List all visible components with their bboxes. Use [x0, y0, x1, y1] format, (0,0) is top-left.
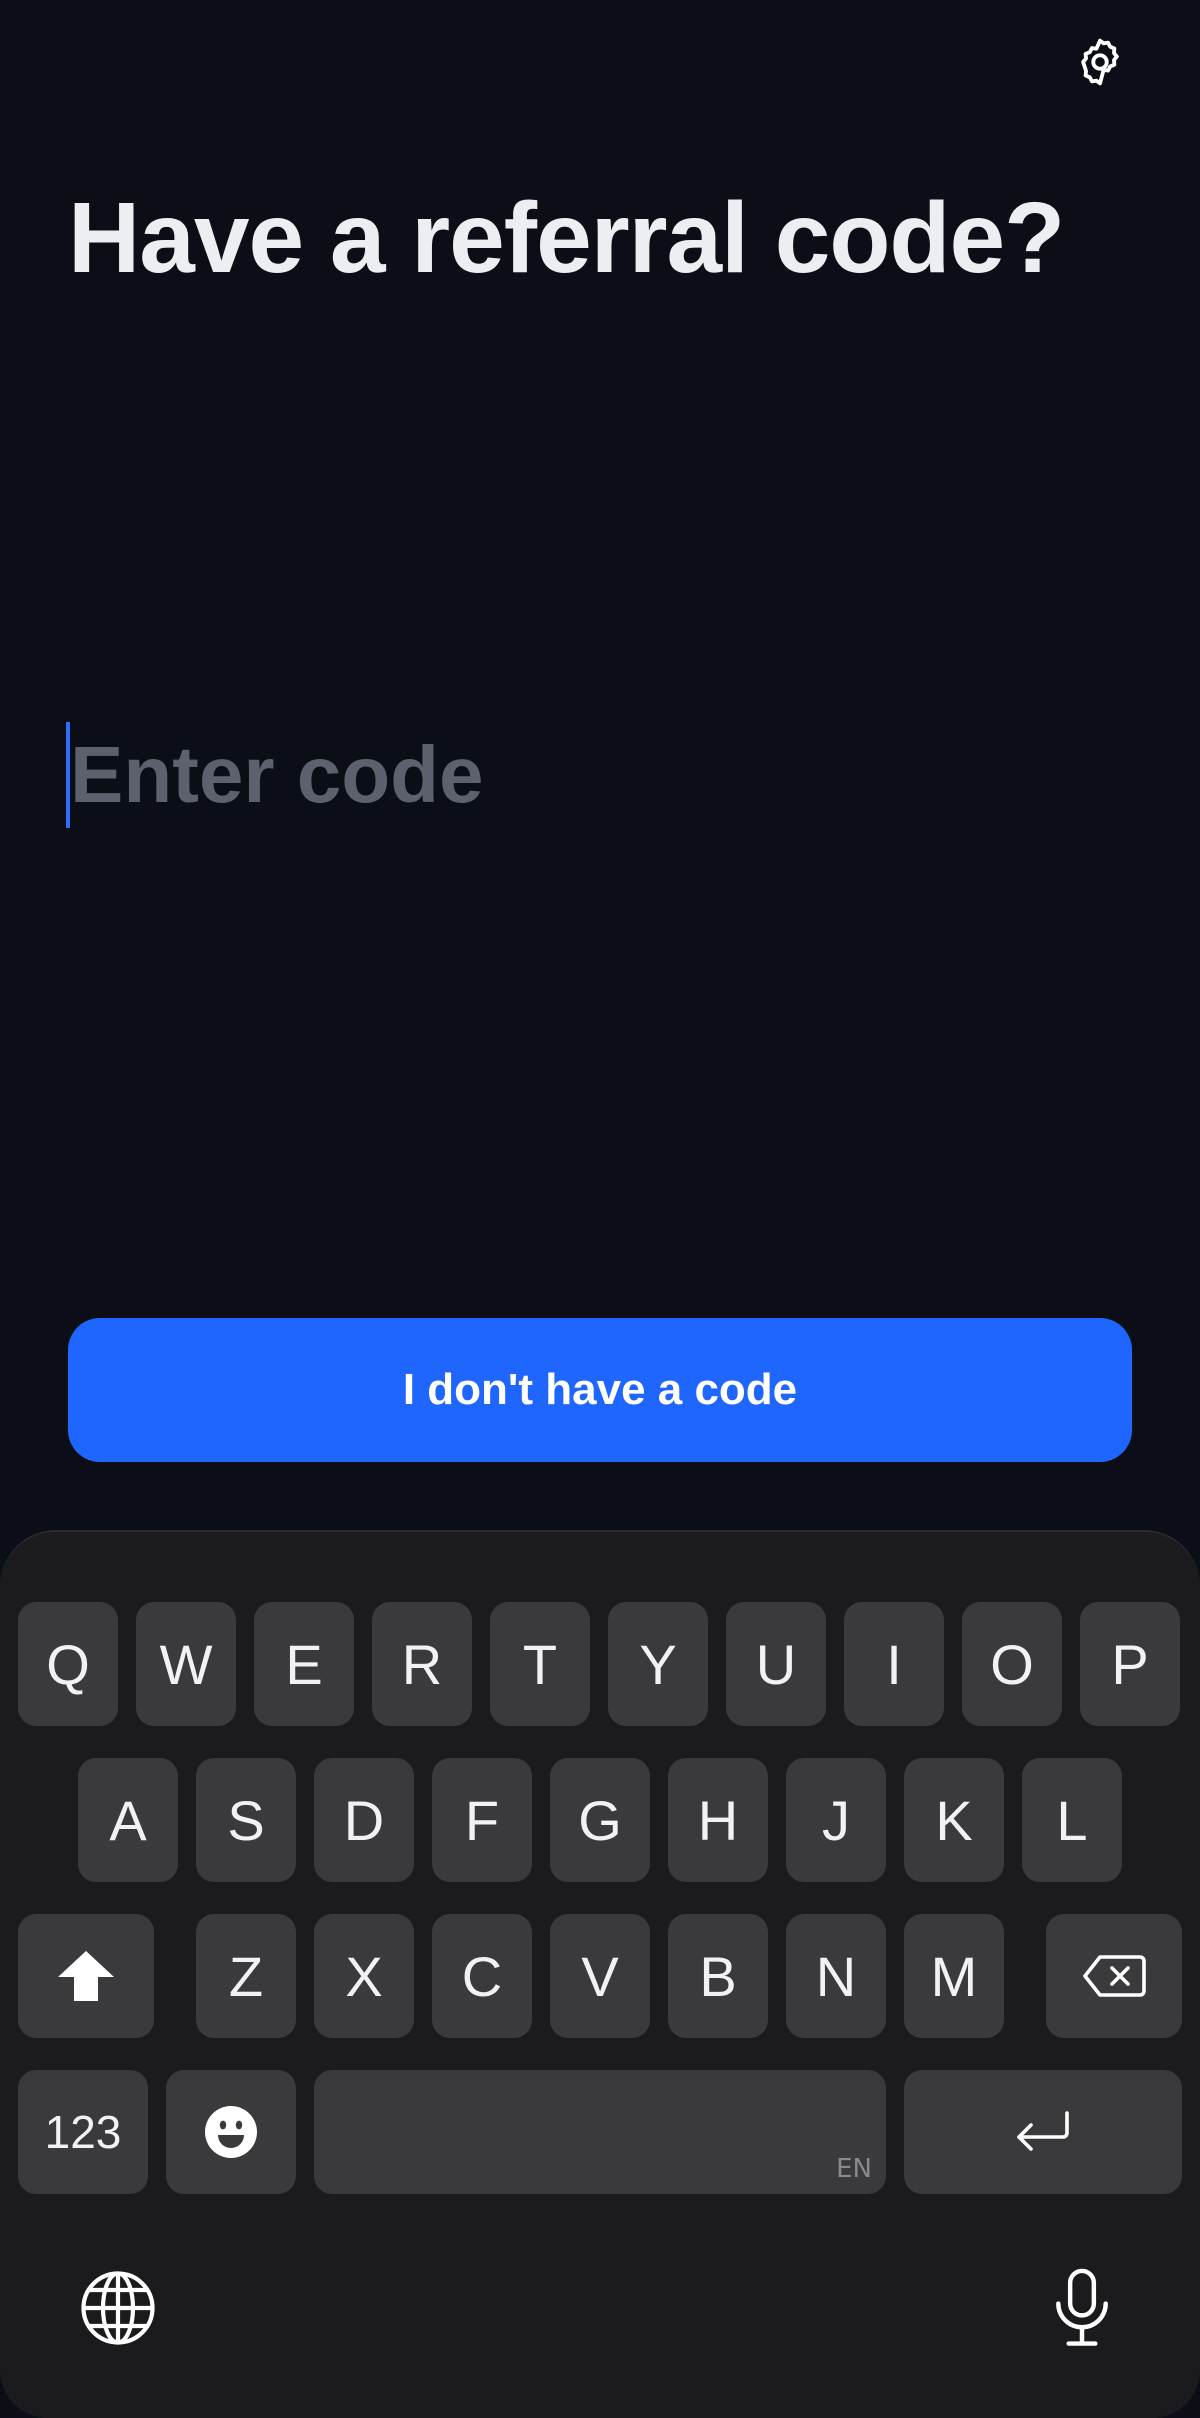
key-v[interactable]: V [550, 1914, 650, 2038]
emoji-icon [205, 2106, 257, 2158]
shift-key[interactable] [18, 1914, 154, 2038]
numbers-key[interactable]: 123 [18, 2070, 148, 2194]
key-r[interactable]: R [372, 1602, 472, 1726]
key-a[interactable]: A [78, 1758, 178, 1882]
key-t[interactable]: T [490, 1602, 590, 1726]
key-n[interactable]: N [786, 1914, 886, 2038]
backspace-key[interactable] [1046, 1914, 1182, 2038]
key-h[interactable]: H [668, 1758, 768, 1882]
space-language-label: EN [836, 2154, 872, 2184]
key-w[interactable]: W [136, 1602, 236, 1726]
key-e[interactable]: E [254, 1602, 354, 1726]
microphone-icon [1056, 2268, 1108, 2346]
referral-code-input[interactable] [66, 722, 1126, 828]
globe-icon [81, 2271, 155, 2345]
gear-icon [1081, 38, 1119, 86]
key-s[interactable]: S [196, 1758, 296, 1882]
emoji-key[interactable] [166, 2070, 296, 2194]
backspace-icon [1083, 1955, 1146, 1997]
no-code-button[interactable]: I don't have a code [68, 1318, 1132, 1462]
text-caret [66, 722, 70, 828]
key-u[interactable]: U [726, 1602, 826, 1726]
space-key[interactable]: EN [314, 2070, 886, 2194]
key-q[interactable]: Q [18, 1602, 118, 1726]
key-g[interactable]: G [550, 1758, 650, 1882]
key-z[interactable]: Z [196, 1914, 296, 2038]
key-y[interactable]: Y [608, 1602, 708, 1726]
key-j[interactable]: J [786, 1758, 886, 1882]
key-l[interactable]: L [1022, 1758, 1122, 1882]
globe-button[interactable] [76, 2266, 160, 2350]
enter-key[interactable] [904, 2070, 1182, 2194]
key-i[interactable]: I [844, 1602, 944, 1726]
shift-icon [58, 1951, 114, 2001]
page-title: Have a referral code? [68, 182, 1065, 294]
enter-icon [1017, 2111, 1069, 2151]
referral-screen: Have a referral code? I don't have a cod… [0, 0, 1200, 2418]
microphone-button[interactable] [1040, 2266, 1124, 2350]
on-screen-keyboard: Q W E R T Y U I O P A S D F G H J K L Z … [0, 1530, 1200, 2418]
key-p[interactable]: P [1080, 1602, 1180, 1726]
settings-button[interactable] [1068, 30, 1132, 94]
key-o[interactable]: O [962, 1602, 1062, 1726]
key-c[interactable]: C [432, 1914, 532, 2038]
code-input-container[interactable] [66, 722, 1126, 828]
key-m[interactable]: M [904, 1914, 1004, 2038]
key-f[interactable]: F [432, 1758, 532, 1882]
key-x[interactable]: X [314, 1914, 414, 2038]
key-k[interactable]: K [904, 1758, 1004, 1882]
key-b[interactable]: B [668, 1914, 768, 2038]
key-d[interactable]: D [314, 1758, 414, 1882]
